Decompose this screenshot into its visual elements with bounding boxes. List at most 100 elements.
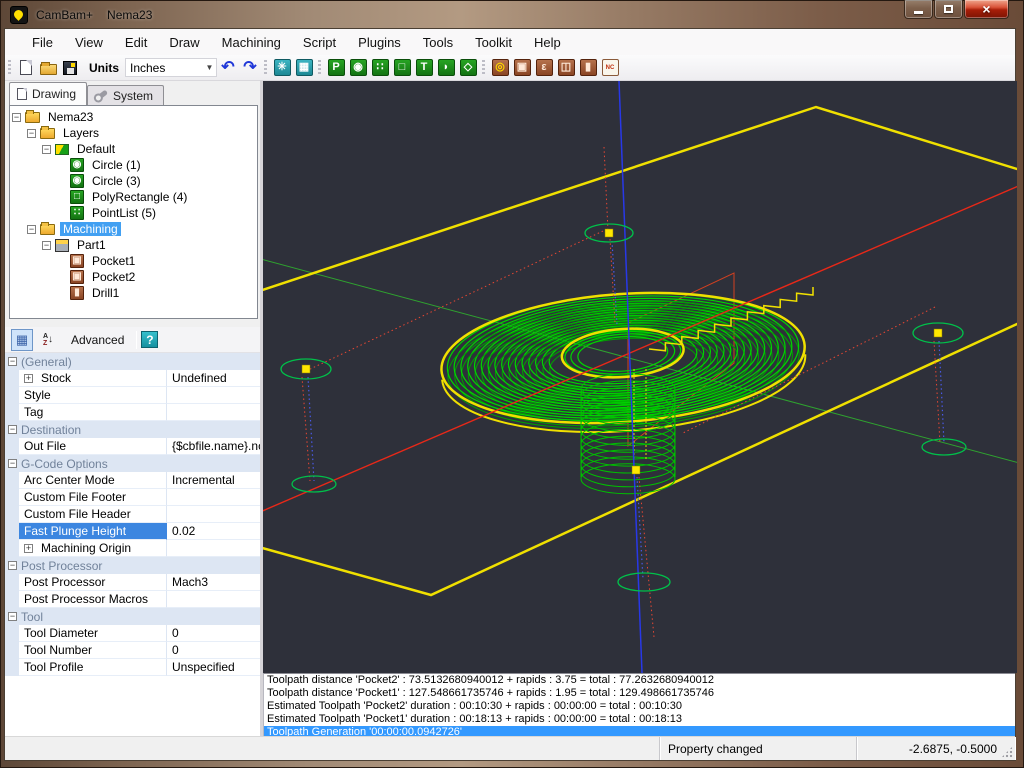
minimize-button[interactable] bbox=[904, 0, 933, 19]
drawing-tree[interactable]: −Nema23−Layers−Default◉Circle (1)◉Circle… bbox=[9, 105, 258, 319]
rectangle-button[interactable]: □ bbox=[391, 57, 413, 79]
tree-item-nema23[interactable]: −Nema23 bbox=[12, 109, 257, 125]
property-row-tool[interactable]: −Tool bbox=[5, 608, 260, 625]
menu-view[interactable]: View bbox=[64, 31, 114, 54]
property-row--general-[interactable]: −(General) bbox=[5, 353, 260, 370]
chevron-down-icon[interactable]: ▼ bbox=[203, 63, 216, 72]
collapse-expander-icon[interactable]: − bbox=[42, 145, 51, 154]
tree-item-machining[interactable]: −Machining bbox=[12, 221, 257, 237]
property-row-custom-file-footer[interactable]: Custom File Footer bbox=[5, 489, 260, 506]
property-row-g-code-options[interactable]: −G-Code Options bbox=[5, 455, 260, 472]
property-row-custom-file-header[interactable]: Custom File Header bbox=[5, 506, 260, 523]
toolbar-grip[interactable] bbox=[318, 60, 321, 76]
circle-button[interactable]: ◉ bbox=[347, 57, 369, 79]
collapse-expander-icon[interactable]: − bbox=[8, 459, 17, 468]
save-file-button[interactable] bbox=[59, 57, 81, 79]
property-value[interactable] bbox=[167, 489, 260, 506]
property-row-fast-plunge-height[interactable]: Fast Plunge Height0.02 bbox=[5, 523, 260, 540]
advanced-button[interactable]: Advanced bbox=[63, 331, 132, 349]
collapse-expander-icon[interactable]: − bbox=[27, 129, 36, 138]
viewport-3d[interactable] bbox=[263, 81, 1015, 673]
toolbar-grip[interactable] bbox=[482, 60, 485, 76]
property-value[interactable]: Undefined bbox=[167, 370, 260, 387]
log-line[interactable]: Toolpath distance 'Pocket1' : 127.548661… bbox=[264, 687, 1015, 700]
menu-draw[interactable]: Draw bbox=[158, 31, 210, 54]
toolbar-grip[interactable] bbox=[8, 60, 11, 76]
polyline-button[interactable]: P bbox=[325, 57, 347, 79]
open-file-button[interactable] bbox=[37, 57, 59, 79]
property-grid[interactable]: −(General)+StockUndefinedStyleTag−Destin… bbox=[5, 353, 260, 736]
property-row-post-processor[interactable]: −Post Processor bbox=[5, 557, 260, 574]
collapse-expander-icon[interactable]: − bbox=[27, 225, 36, 234]
tree-item-polyrectangle-4-[interactable]: □PolyRectangle (4) bbox=[12, 189, 257, 205]
collapse-expander-icon[interactable]: − bbox=[8, 425, 17, 434]
menu-script[interactable]: Script bbox=[292, 31, 347, 54]
property-value[interactable]: 0 bbox=[167, 625, 260, 642]
log-line[interactable]: Estimated Toolpath 'Pocket1' duration : … bbox=[264, 713, 1015, 726]
menu-machining[interactable]: Machining bbox=[211, 31, 292, 54]
grid-button[interactable]: ▦ bbox=[293, 57, 315, 79]
titlebar[interactable]: CamBam+Nema23 × bbox=[0, 0, 1024, 28]
tree-item-drill1[interactable]: ▮Drill1 bbox=[12, 285, 257, 301]
property-value[interactable] bbox=[167, 387, 260, 404]
collapse-expander-icon[interactable]: − bbox=[8, 561, 17, 570]
property-row-tag[interactable]: Tag bbox=[5, 404, 260, 421]
surface-button[interactable]: ◇ bbox=[457, 57, 479, 79]
property-row-tool-number[interactable]: Tool Number0 bbox=[5, 642, 260, 659]
units-combobox[interactable]: Inches ▼ bbox=[125, 58, 217, 77]
tab-drawing[interactable]: Drawing bbox=[9, 82, 87, 105]
property-row-tool-profile[interactable]: Tool ProfileUnspecified bbox=[5, 659, 260, 676]
resize-grip[interactable] bbox=[1001, 746, 1013, 758]
property-value[interactable] bbox=[167, 591, 260, 608]
property-row-arc-center-mode[interactable]: Arc Center ModeIncremental bbox=[5, 472, 260, 489]
property-row-out-file[interactable]: Out File{$cbfile.name}.nc bbox=[5, 438, 260, 455]
close-button[interactable]: × bbox=[964, 0, 1009, 19]
tree-item-pocket1[interactable]: ▣Pocket1 bbox=[12, 253, 257, 269]
expand-expander-icon[interactable]: + bbox=[24, 374, 33, 383]
toolbar-grip[interactable] bbox=[264, 60, 267, 76]
tree-item-part1[interactable]: −Part1 bbox=[12, 237, 257, 253]
tree-item-circle-3-[interactable]: ◉Circle (3) bbox=[12, 173, 257, 189]
message-log[interactable]: Toolpath distance 'Pocket2' : 73.5132680… bbox=[263, 673, 1015, 736]
property-value[interactable] bbox=[167, 404, 260, 421]
collapse-expander-icon[interactable]: − bbox=[8, 357, 17, 366]
property-value[interactable]: Incremental bbox=[167, 472, 260, 489]
property-value[interactable] bbox=[167, 540, 260, 557]
tree-item-pointlist-5-[interactable]: ∷PointList (5) bbox=[12, 205, 257, 221]
property-row-tool-diameter[interactable]: Tool Diameter0 bbox=[5, 625, 260, 642]
property-row-post-processor[interactable]: Post ProcessorMach3 bbox=[5, 574, 260, 591]
menu-toolkit[interactable]: Toolkit bbox=[464, 31, 523, 54]
engrave-button[interactable]: ε bbox=[533, 57, 555, 79]
log-line-selected[interactable]: Toolpath Generation '00:00:00.0942726' bbox=[264, 726, 1015, 736]
menu-tools[interactable]: Tools bbox=[412, 31, 464, 54]
menu-edit[interactable]: Edit bbox=[114, 31, 158, 54]
menu-help[interactable]: Help bbox=[523, 31, 572, 54]
help-button[interactable]: ? bbox=[141, 331, 158, 348]
undo-button[interactable]: ↶ bbox=[217, 57, 239, 79]
property-value[interactable]: 0 bbox=[167, 642, 260, 659]
text-button[interactable]: T bbox=[413, 57, 435, 79]
sort-alphabetical-button[interactable]: AZ ↓ bbox=[37, 329, 59, 351]
log-line[interactable]: Toolpath distance 'Pocket2' : 73.5132680… bbox=[264, 674, 1015, 687]
property-value[interactable]: Mach3 bbox=[167, 574, 260, 591]
property-value[interactable]: {$cbfile.name}.nc bbox=[167, 438, 260, 455]
snap-points-button[interactable]: ✳ bbox=[271, 57, 293, 79]
toolpath-canvas[interactable] bbox=[263, 81, 1017, 673]
tree-item-pocket2[interactable]: ▣Pocket2 bbox=[12, 269, 257, 285]
menu-file[interactable]: File bbox=[21, 31, 64, 54]
profile-button[interactable]: ◎ bbox=[489, 57, 511, 79]
property-value[interactable]: Unspecified bbox=[167, 659, 260, 676]
property-value[interactable]: 0.02 bbox=[167, 523, 260, 540]
tree-item-layers[interactable]: −Layers bbox=[12, 125, 257, 141]
drill-button[interactable]: ▮ bbox=[577, 57, 599, 79]
redo-button[interactable]: ↷ bbox=[239, 57, 261, 79]
categorized-button[interactable]: ▦ bbox=[11, 329, 33, 351]
expand-expander-icon[interactable]: + bbox=[24, 544, 33, 553]
tree-item-circle-1-[interactable]: ◉Circle (1) bbox=[12, 157, 257, 173]
collapse-expander-icon[interactable]: − bbox=[8, 612, 17, 621]
pointlist-button[interactable]: ∷ bbox=[369, 57, 391, 79]
menu-plugins[interactable]: Plugins bbox=[347, 31, 412, 54]
property-row-machining-origin[interactable]: +Machining Origin bbox=[5, 540, 260, 557]
property-row-destination[interactable]: −Destination bbox=[5, 421, 260, 438]
gcode-button[interactable]: NC bbox=[599, 57, 621, 79]
